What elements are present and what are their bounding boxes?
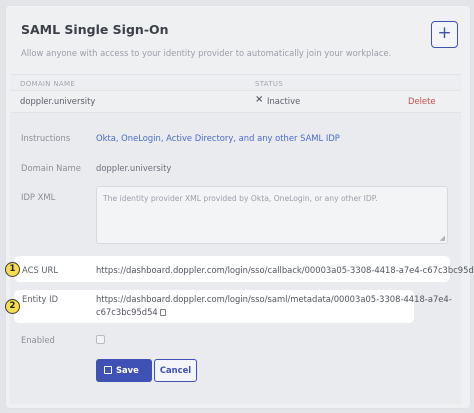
acs-url-value[interactable]: https://dashboard.doppler.com/login/sso/…	[96, 265, 474, 275]
idp-xml-label: IDP XML	[21, 192, 56, 202]
resize-handle-icon[interactable]: ◢	[440, 234, 445, 242]
table-row[interactable]: doppler.university × Inactive Delete	[10, 91, 461, 113]
table-header: DOMAIN NAME STATUS	[10, 74, 461, 91]
acs-url-label: ACS URL	[22, 265, 59, 275]
column-status: STATUS	[255, 80, 284, 88]
status-cell: Inactive	[267, 96, 301, 106]
cancel-button[interactable]: Cancel	[154, 359, 197, 382]
plus-icon: +	[437, 23, 452, 43]
page-subtitle: Allow anyone with access to your identit…	[21, 48, 392, 58]
entity-id-value-line2[interactable]: c67c3bc95d54	[96, 307, 166, 317]
page-title: SAML Single Sign-On	[21, 22, 169, 37]
domain-cell: doppler.university	[20, 96, 96, 106]
idp-xml-textarea[interactable]: The identity provider XML provided by Ok…	[96, 186, 448, 244]
entity-id-label: Entity ID	[22, 294, 59, 304]
idp-xml-placeholder: The identity provider XML provided by Ok…	[103, 194, 378, 203]
domain-name-label: Domain Name	[21, 163, 81, 173]
acs-url-text: https://dashboard.doppler.com/login/sso/…	[96, 265, 474, 275]
instructions-label: Instructions	[21, 133, 71, 143]
annotation-badge-1: 1	[5, 262, 20, 277]
column-domain-name: DOMAIN NAME	[20, 80, 76, 88]
enabled-checkbox[interactable]	[96, 335, 105, 344]
cancel-button-label: Cancel	[159, 365, 192, 375]
delete-link[interactable]: Delete	[408, 96, 436, 106]
close-icon: ×	[255, 94, 264, 105]
domain-name-value: doppler.university	[96, 163, 172, 173]
enabled-label: Enabled	[21, 335, 55, 345]
instructions-link[interactable]: Okta, OneLogin, Active Directory, and an…	[96, 133, 340, 143]
save-button-label: Save	[116, 365, 139, 375]
add-domain-button[interactable]: +	[431, 21, 458, 48]
copy-icon[interactable]	[159, 309, 166, 316]
save-button[interactable]: Save	[96, 359, 152, 382]
entity-id-text: c67c3bc95d54	[96, 307, 158, 317]
annotation-badge-2: 2	[5, 299, 20, 314]
save-icon	[104, 366, 112, 374]
entity-id-value-line1[interactable]: https://dashboard.doppler.com/login/sso/…	[96, 294, 452, 304]
